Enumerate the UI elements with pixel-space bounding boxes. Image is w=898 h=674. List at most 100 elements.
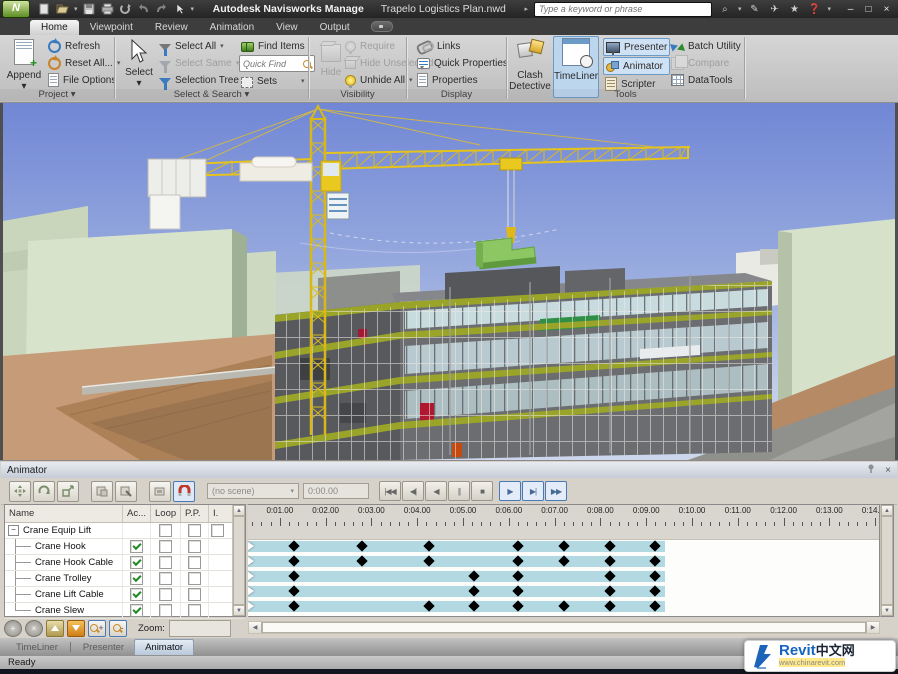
presenter-button[interactable]: Presenter <box>603 38 670 56</box>
tab-timeliner[interactable]: TimeLiner <box>6 640 68 655</box>
ribbon-minimize-toggle[interactable] <box>371 21 393 32</box>
ping-pong-button[interactable]: ▶▶ <box>545 481 567 501</box>
new-file-icon[interactable] <box>38 3 51 15</box>
group-label-select-search[interactable]: Select & Search ▾ <box>115 89 308 101</box>
timeline-row-crane-hook[interactable] <box>248 539 879 554</box>
time-position-field[interactable]: 0:00.00 <box>303 483 369 499</box>
tree-row-crane-hook-cable[interactable]: Crane Hook Cable <box>5 555 245 571</box>
checkbox[interactable] <box>188 524 201 537</box>
quick-properties-button[interactable]: Quick Properties <box>415 55 510 71</box>
timeline-row-crane-lift-cable[interactable] <box>248 584 879 599</box>
refresh-button[interactable]: Refresh <box>46 38 122 54</box>
sets-button[interactable]: Sets▾ <box>239 73 315 89</box>
tab-view[interactable]: View <box>265 20 309 35</box>
timeline-vertical-scrollbar[interactable]: ▲▼ <box>880 504 894 617</box>
checkbox[interactable] <box>130 556 143 569</box>
timeline-row-crane-trolley[interactable] <box>248 569 879 584</box>
tree-row-crane-trolley[interactable]: Crane Trolley <box>5 571 245 587</box>
minimize-button[interactable]: – <box>845 4 856 15</box>
links-button[interactable]: Links <box>415 38 510 54</box>
tab-output[interactable]: Output <box>309 20 361 35</box>
column-pingpong[interactable]: P.P. <box>181 505 209 522</box>
group-label-project[interactable]: Project ▾ <box>0 89 114 101</box>
animator-timeline[interactable]: 0:01.000:02.000:03.000:04.000:05.000:06.… <box>248 504 880 617</box>
column-active[interactable]: Ac... <box>123 505 151 522</box>
refresh-icon[interactable] <box>119 3 132 15</box>
tab-review[interactable]: Review <box>144 20 199 35</box>
file-options-button[interactable]: File Options <box>46 72 122 88</box>
checkbox[interactable] <box>188 572 201 585</box>
play-button[interactable]: ▶ <box>499 481 521 501</box>
save-icon[interactable] <box>83 3 96 15</box>
change-keyframe-button[interactable] <box>91 481 113 502</box>
properties-button[interactable]: Properties <box>415 72 510 88</box>
pin-icon[interactable] <box>867 464 876 476</box>
checkbox[interactable] <box>159 604 172 617</box>
checkbox[interactable] <box>211 524 224 537</box>
checkbox[interactable] <box>130 604 143 617</box>
tree-row-crane-equip-lift[interactable]: −Crane Equip Lift <box>5 523 245 539</box>
zoom-out-button[interactable]: - <box>109 620 127 637</box>
favorites-star-icon[interactable]: ★ <box>787 4 801 15</box>
tree-vertical-scrollbar[interactable]: ▲▼ <box>232 505 245 616</box>
find-items-button[interactable]: Find Items <box>239 38 315 54</box>
checkbox[interactable] <box>188 556 201 569</box>
checkbox[interactable] <box>159 540 172 553</box>
select-button[interactable]: Select▾ <box>119 38 159 89</box>
scene-selector-dropdown[interactable]: (no scene)▾ <box>207 483 299 499</box>
stop-button[interactable]: ■ <box>471 481 493 501</box>
checkbox[interactable] <box>188 604 201 617</box>
print-icon[interactable] <box>101 3 114 15</box>
open-dropdown-icon[interactable]: ▾ <box>74 5 78 13</box>
checkbox[interactable] <box>130 572 143 585</box>
help-dropdown-icon[interactable]: ▾ <box>827 5 831 13</box>
collapse-icon[interactable]: − <box>8 525 19 536</box>
tree-row-crane-lift-cable[interactable]: Crane Lift Cable <box>5 587 245 603</box>
scale-animation-set-button[interactable] <box>57 481 79 502</box>
tree-row-crane-hook[interactable]: Crane Hook <box>5 539 245 555</box>
timeline-ruler[interactable]: 0:01.000:02.000:03.000:04.000:05.000:06.… <box>248 505 879 527</box>
datatools-button[interactable]: DataTools <box>669 72 743 88</box>
move-down-button[interactable] <box>67 620 85 637</box>
checkbox[interactable] <box>188 540 201 553</box>
toggle-snapping-button[interactable] <box>173 481 195 502</box>
3d-viewport[interactable] <box>0 103 898 460</box>
checkbox[interactable] <box>159 556 172 569</box>
zoom-in-button[interactable]: + <box>88 620 106 637</box>
translate-animation-set-button[interactable] <box>9 481 31 502</box>
tab-animator[interactable]: Animator <box>134 639 194 655</box>
open-file-icon[interactable] <box>56 3 69 15</box>
clash-detective-button[interactable]: Clash Detective <box>509 38 551 92</box>
move-up-button[interactable] <box>46 620 64 637</box>
tab-viewpoint[interactable]: Viewpoint <box>79 20 144 35</box>
tree-row-crane-slew[interactable]: Crane Slew <box>5 603 245 619</box>
batch-utility-button[interactable]: Batch Utility <box>669 38 743 54</box>
close-button[interactable]: × <box>881 4 892 15</box>
animator-button[interactable]: Animator <box>603 57 670 75</box>
play-backward-button[interactable]: ◀ <box>425 481 447 501</box>
timeline-row-parent[interactable] <box>248 526 879 540</box>
timeline-row-crane-slew[interactable] <box>248 599 879 614</box>
redo-icon[interactable] <box>155 3 168 15</box>
undo-icon[interactable] <box>137 3 150 15</box>
checkbox[interactable] <box>130 540 143 553</box>
close-panel-icon[interactable]: × <box>885 465 891 476</box>
rotate-animation-set-button[interactable] <box>33 481 55 502</box>
checkbox[interactable] <box>159 524 172 537</box>
animator-panel-header[interactable]: Animator × <box>1 462 897 478</box>
group-label-visibility[interactable]: Visibility <box>309 89 406 101</box>
step-forward-button[interactable]: ▶| <box>522 481 544 501</box>
append-button[interactable]: Append▾ <box>4 38 44 92</box>
add-animation-button[interactable]: + <box>4 620 22 637</box>
search-scope-icon[interactable]: ▸ <box>524 5 528 13</box>
delete-animation-button[interactable]: × <box>25 620 43 637</box>
select-cursor-icon[interactable] <box>173 3 186 15</box>
step-back-button[interactable]: ◀| <box>402 481 424 501</box>
infocenter-search-input[interactable] <box>534 2 712 17</box>
application-menu-button[interactable]: N <box>2 0 30 18</box>
checkbox[interactable] <box>159 588 172 601</box>
zoom-input[interactable] <box>169 620 231 637</box>
column-infinite[interactable]: I. <box>209 505 225 522</box>
search-binoculars-icon[interactable]: ⌕ <box>718 4 732 15</box>
help-icon[interactable]: ❓ <box>807 4 821 15</box>
